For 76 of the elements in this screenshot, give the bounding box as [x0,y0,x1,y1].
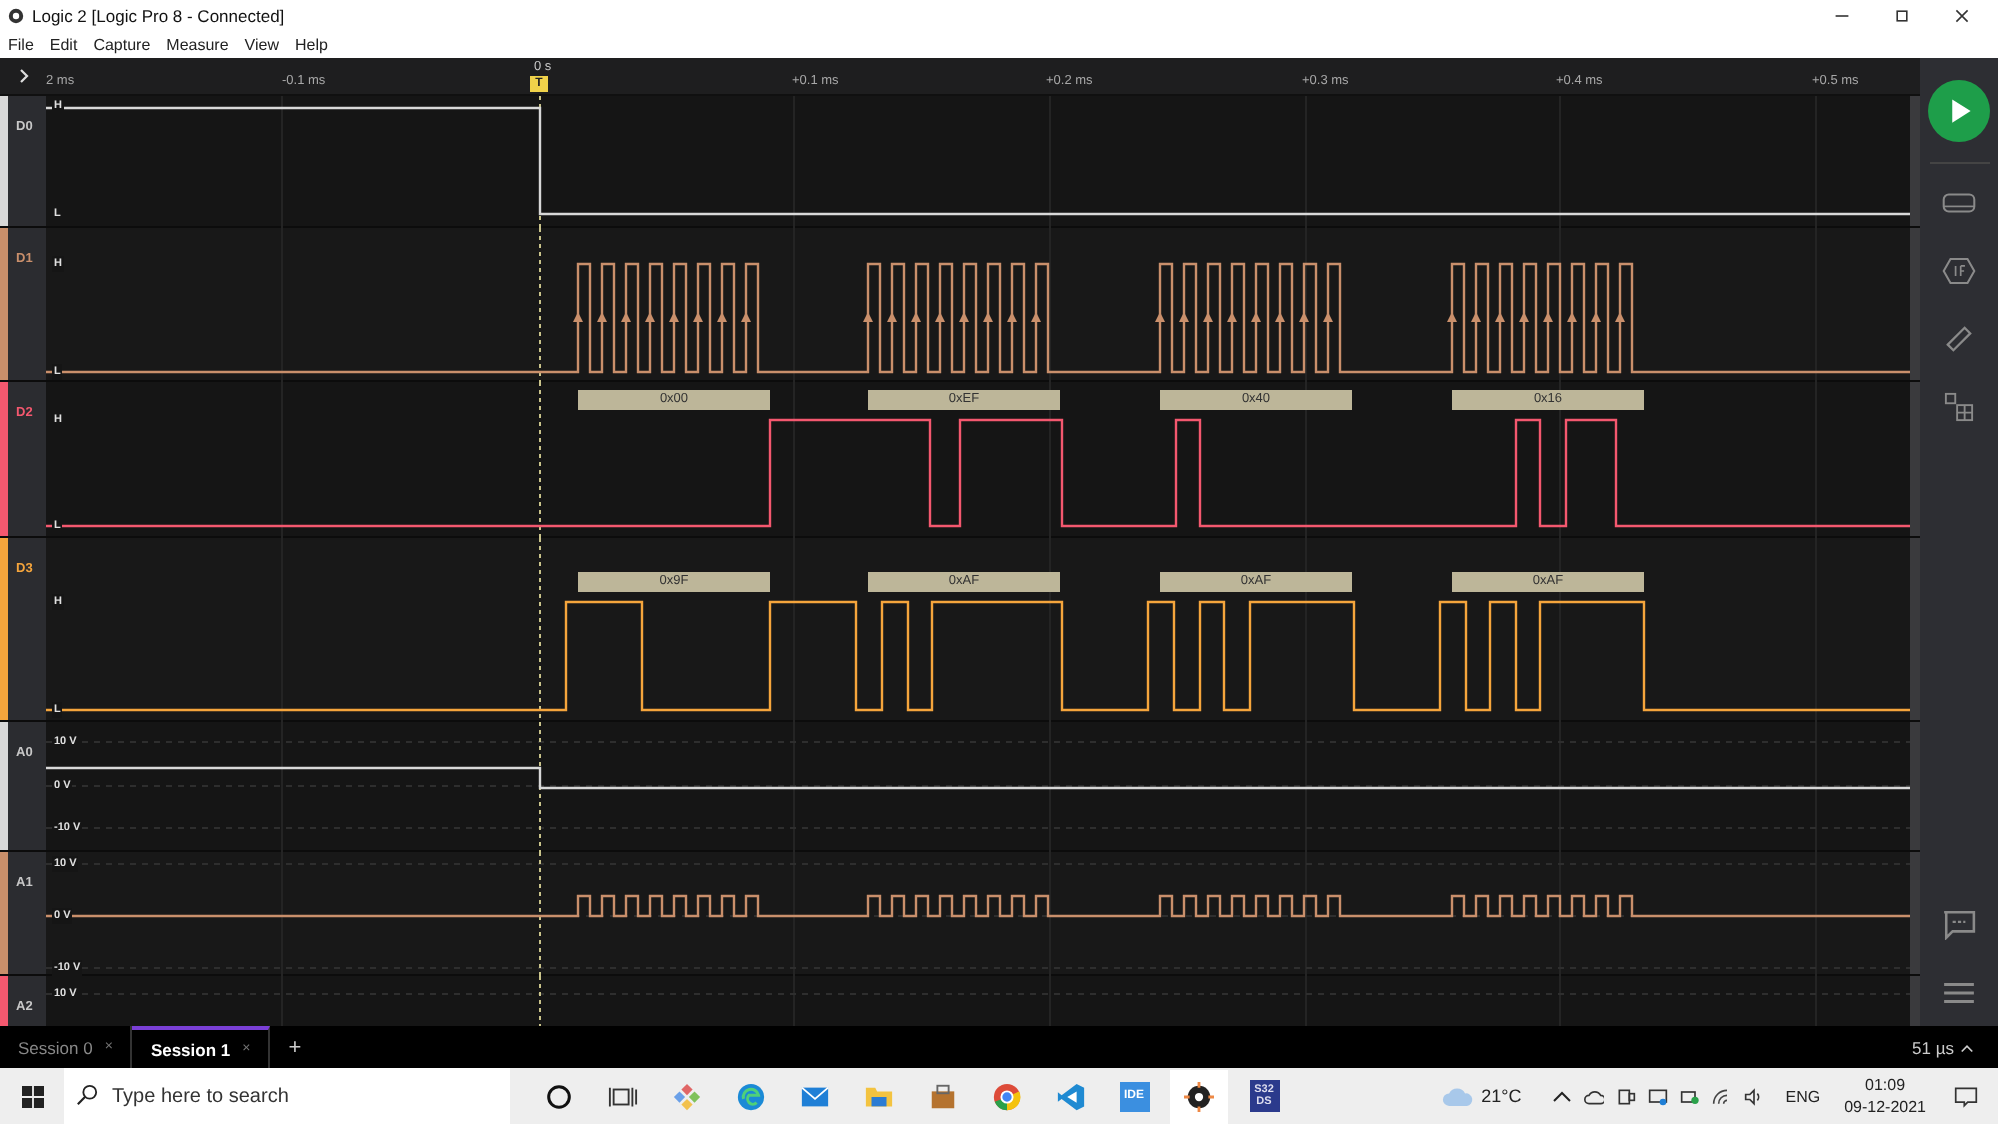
chat-icon[interactable] [1942,910,1976,940]
notification-icon[interactable] [1954,1085,1978,1107]
gear-app-icon[interactable] [1170,1069,1228,1123]
menu-item[interactable]: Capture [93,35,151,53]
rising-edge-arrow [911,311,921,322]
menu-item[interactable]: Measure [166,35,229,53]
add-session-button[interactable]: + [288,1035,302,1059]
zoom-readout[interactable]: 51 µs [1912,1037,1954,1057]
rising-edge-arrow [741,311,751,322]
tray-monitor-icon[interactable] [1647,1087,1668,1105]
rising-edge-arrow [1543,311,1553,322]
cloud-icon [1441,1085,1474,1107]
rising-edge-arrow [717,311,727,322]
tray-device-icon[interactable] [1615,1087,1636,1105]
rising-edge-arrow [597,311,607,322]
code-editor-icon[interactable] [1055,1081,1085,1111]
app-logo-icon [8,7,24,23]
briefcase-icon[interactable] [927,1081,957,1111]
rising-edge-arrow [935,311,945,322]
mail-icon[interactable] [799,1081,829,1111]
play-button[interactable] [1928,80,1990,142]
rising-edge-arrow [1591,311,1601,322]
tray-battery-icon[interactable] [1679,1087,1700,1105]
chevron-up-icon[interactable] [1551,1087,1572,1105]
browser-swirl-icon[interactable] [735,1081,765,1111]
rising-edge-arrow [621,311,631,322]
rising-edge-arrow [887,311,897,322]
search-field[interactable]: Type here to search [64,1068,510,1124]
weather-text[interactable]: 21°C [1481,1086,1522,1106]
windows-start-icon[interactable] [22,1085,44,1107]
rising-edge-arrow [983,311,993,322]
menu-item[interactable]: File [8,35,34,53]
rising-edge-arrow [959,311,969,322]
menu-item[interactable]: Help [294,35,328,53]
diamonds-app-icon[interactable] [671,1081,701,1111]
rising-edge-arrow [1495,311,1505,322]
rising-edge-arrow [1155,311,1165,322]
wifi-icon[interactable] [1711,1087,1732,1105]
speaker-icon[interactable] [1743,1087,1764,1105]
rising-edge-arrow [1519,311,1529,322]
tray-cloud-icon[interactable] [1583,1087,1604,1105]
menu-item[interactable]: Edit [49,35,78,53]
chrome-icon[interactable] [991,1081,1021,1111]
display-icon[interactable] [1942,188,1976,218]
rising-edge-arrow [1007,311,1017,322]
rising-edge-arrow [1323,311,1333,322]
extensions-icon[interactable] [1942,392,1976,422]
rising-edge-arrow [1203,311,1213,322]
expand-icon[interactable] [18,68,30,84]
clock[interactable]: 01:09 09-12-2021 [1844,1074,1926,1118]
rising-edge-arrow [1179,311,1189,322]
hexagon-icon[interactable] [1942,256,1976,286]
close-icon[interactable] [1954,7,1970,23]
rising-edge-arrow [1615,311,1625,322]
rising-edge-arrow [573,311,583,322]
menu-icon[interactable] [1942,978,1976,1008]
rising-edge-arrow [693,311,703,322]
rising-edge-arrow [1251,311,1261,322]
menu-item[interactable]: View [244,35,279,53]
rising-edge-arrow [1031,311,1041,322]
window-title: Logic 2 [Logic Pro 8 - Connected] [32,5,285,25]
rising-edge-arrow [1471,311,1481,322]
caret-up-icon[interactable] [1960,1041,1974,1053]
maximize-icon[interactable] [1894,7,1910,23]
rising-edge-arrow [1567,311,1577,322]
rising-edge-arrow [1447,311,1457,322]
rising-edge-arrow [645,311,655,322]
rising-edge-arrow [1299,311,1309,322]
rising-edge-arrow [669,311,679,322]
search-icon [76,1084,98,1106]
rising-edge-arrow [1227,311,1237,322]
ruler-icon[interactable] [1942,324,1976,354]
rising-edge-arrow [863,311,873,322]
circle-icon[interactable] [543,1081,573,1111]
language-indicator[interactable]: ENG [1785,1087,1821,1105]
rising-edge-arrow [1275,311,1285,322]
